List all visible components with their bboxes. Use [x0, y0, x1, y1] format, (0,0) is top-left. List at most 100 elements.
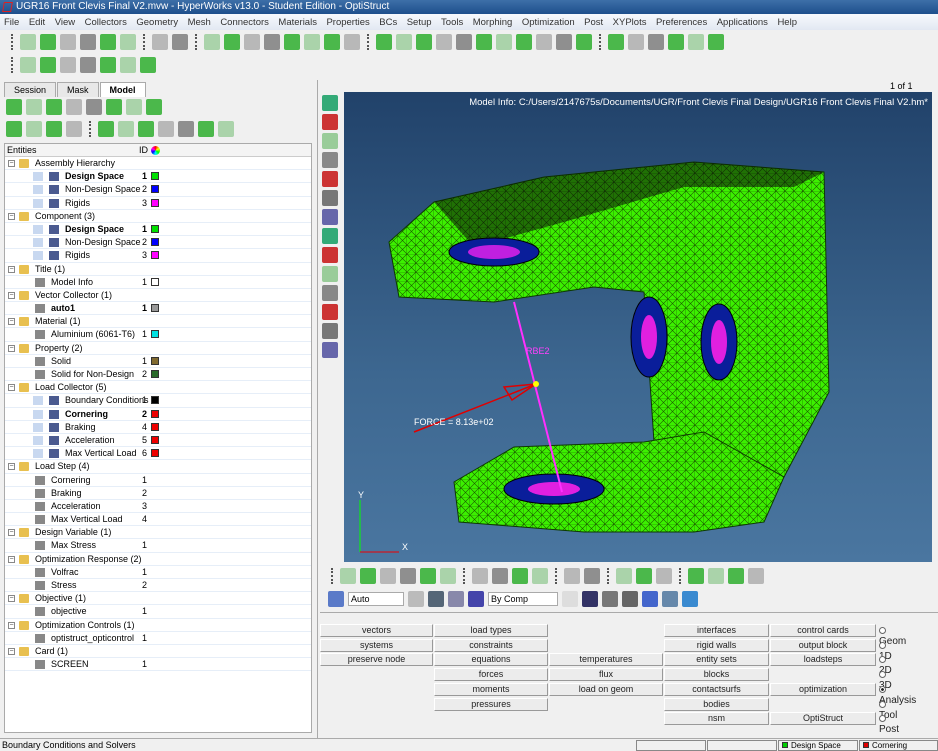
video-icon[interactable]	[120, 57, 136, 73]
menu-materials[interactable]: Materials	[278, 17, 317, 28]
line-icon[interactable]	[602, 591, 618, 607]
tree-folder[interactable]: − Title (1)	[5, 263, 311, 276]
menu-connectors[interactable]: Connectors	[220, 17, 269, 28]
collapse-icon[interactable]	[66, 121, 82, 137]
collapse-toggle-icon[interactable]: −	[8, 647, 15, 655]
color-swatch[interactable]	[151, 449, 159, 458]
fit-h-icon[interactable]	[688, 34, 704, 50]
panel-button-load-on-geom[interactable]: load on geom	[549, 682, 663, 696]
element-display-icon[interactable]	[49, 396, 59, 406]
tree-item[interactable]: Cornering 1	[5, 474, 311, 487]
visibility-icon[interactable]	[33, 251, 43, 261]
radio-button-icon[interactable]	[879, 656, 886, 664]
tree-item[interactable]: auto1 1	[5, 302, 311, 316]
export-ppt-icon[interactable]	[120, 34, 136, 50]
visibility-icon[interactable]	[33, 238, 43, 248]
next-icon[interactable]	[636, 568, 652, 584]
radio-post[interactable]: Post	[879, 713, 899, 735]
collapse-toggle-icon[interactable]: −	[8, 160, 15, 167]
view-xy-icon[interactable]	[416, 34, 432, 50]
tree-folder[interactable]: − Assembly Hierarchy	[5, 157, 311, 171]
tree-item[interactable]: Boundary Conditions 1	[5, 394, 311, 408]
select-icon[interactable]	[138, 121, 154, 137]
tree-item[interactable]: Design Space 1	[5, 170, 311, 184]
collapse-toggle-icon[interactable]: −	[8, 212, 15, 220]
panel-button-moments[interactable]: moments	[434, 682, 548, 696]
vertical-tool-3-icon[interactable]	[322, 133, 338, 149]
tree-item[interactable]: Braking 2	[5, 487, 311, 500]
wrench-icon[interactable]	[584, 568, 600, 584]
loads-icon[interactable]	[420, 568, 436, 584]
masks-icon[interactable]	[86, 99, 102, 115]
animate-icon[interactable]	[556, 34, 572, 50]
vertical-tool-11-icon[interactable]	[322, 285, 338, 301]
visibility-icon[interactable]	[33, 435, 43, 445]
tree-item[interactable]: Non-Design Space 2	[5, 183, 311, 197]
add-page-icon[interactable]	[244, 34, 260, 50]
collapse-toggle-icon[interactable]: −	[8, 555, 15, 563]
menu-bcs[interactable]: BCs	[379, 17, 397, 28]
panel-button-loadsteps[interactable]: loadsteps	[770, 653, 876, 667]
panel-button-optistruct[interactable]: OptiStruct	[770, 712, 876, 726]
vertical-tool-14-icon[interactable]	[322, 342, 338, 358]
pan-icon[interactable]	[668, 34, 684, 50]
tree-item[interactable]: Max Vertical Load 6	[5, 447, 311, 461]
tree-item[interactable]: Rigids 3	[5, 197, 311, 210]
collapse-toggle-icon[interactable]: −	[8, 463, 15, 471]
tree-item[interactable]: Non-Design Space 2	[5, 236, 311, 250]
entities-column-header[interactable]: Entities	[7, 145, 37, 155]
id-column-header[interactable]: ID	[139, 144, 148, 157]
panel-button-constraints[interactable]: constraints	[434, 638, 548, 652]
view-yz-icon[interactable]	[496, 34, 512, 50]
element-display-icon[interactable]	[49, 435, 59, 445]
tree-folder[interactable]: − Design Variable (1)	[5, 526, 311, 540]
panel-button-blocks[interactable]: blocks	[664, 668, 769, 682]
redo-icon[interactable]	[224, 34, 240, 50]
vertical-tool-9-icon[interactable]	[322, 247, 338, 263]
tab-session[interactable]: Session	[4, 82, 57, 97]
element-display-icon[interactable]	[49, 185, 59, 195]
panel-button-vectors[interactable]: vectors	[320, 624, 433, 637]
materials-icon[interactable]	[146, 99, 162, 115]
components-icon[interactable]	[360, 568, 376, 584]
collapse-toggle-icon[interactable]: −	[8, 595, 15, 603]
vertical-tool-6-icon[interactable]	[322, 190, 338, 206]
element-display-icon[interactable]	[49, 198, 59, 208]
menu-view[interactable]: View	[55, 17, 75, 28]
browser-view-icon[interactable]	[6, 121, 22, 137]
filter-icon[interactable]	[26, 121, 42, 137]
tree-folder[interactable]: − Load Collector (5)	[5, 381, 311, 395]
user-icon[interactable]	[152, 34, 168, 50]
collapse-toggle-icon[interactable]: −	[8, 529, 15, 537]
element-display-icon[interactable]	[49, 172, 59, 182]
tree-item[interactable]: Volfrac 1	[5, 566, 311, 579]
show-all-icon[interactable]	[198, 121, 214, 137]
import-icon[interactable]	[80, 34, 96, 50]
refresh-icon[interactable]	[218, 121, 234, 137]
visibility-icon[interactable]	[33, 422, 43, 432]
cube-icon[interactable]	[448, 591, 464, 607]
panel-button-contactsurfs[interactable]: contactsurfs	[664, 682, 769, 696]
loads-icon[interactable]	[66, 99, 82, 115]
zoom-icon[interactable]	[376, 34, 392, 50]
prev-icon[interactable]	[616, 568, 632, 584]
element-display-icon[interactable]	[49, 238, 59, 248]
wireframe-icon[interactable]	[562, 591, 578, 607]
mask-icon[interactable]	[492, 568, 508, 584]
panel-button-equations[interactable]: equations	[434, 653, 548, 667]
tree-item[interactable]: Cornering 2	[5, 408, 311, 421]
visibility-icon[interactable]	[33, 198, 43, 208]
color-swatch[interactable]	[151, 251, 159, 260]
tree-item[interactable]: SCREEN 1	[5, 658, 311, 672]
current-component[interactable]: Design Space	[778, 740, 858, 751]
systems-icon[interactable]	[440, 568, 456, 584]
nodes-icon[interactable]	[662, 591, 678, 607]
tree-item[interactable]: Rigids 3	[5, 249, 311, 263]
expand-icon[interactable]	[324, 34, 340, 50]
save-icon[interactable]	[60, 34, 76, 50]
panel-button-temperatures[interactable]: temperatures	[549, 653, 663, 667]
shaded-icon[interactable]	[408, 591, 424, 607]
tree-item[interactable]: Acceleration 3	[5, 500, 311, 514]
color-swatch[interactable]	[151, 224, 159, 233]
open-icon[interactable]	[40, 34, 56, 50]
